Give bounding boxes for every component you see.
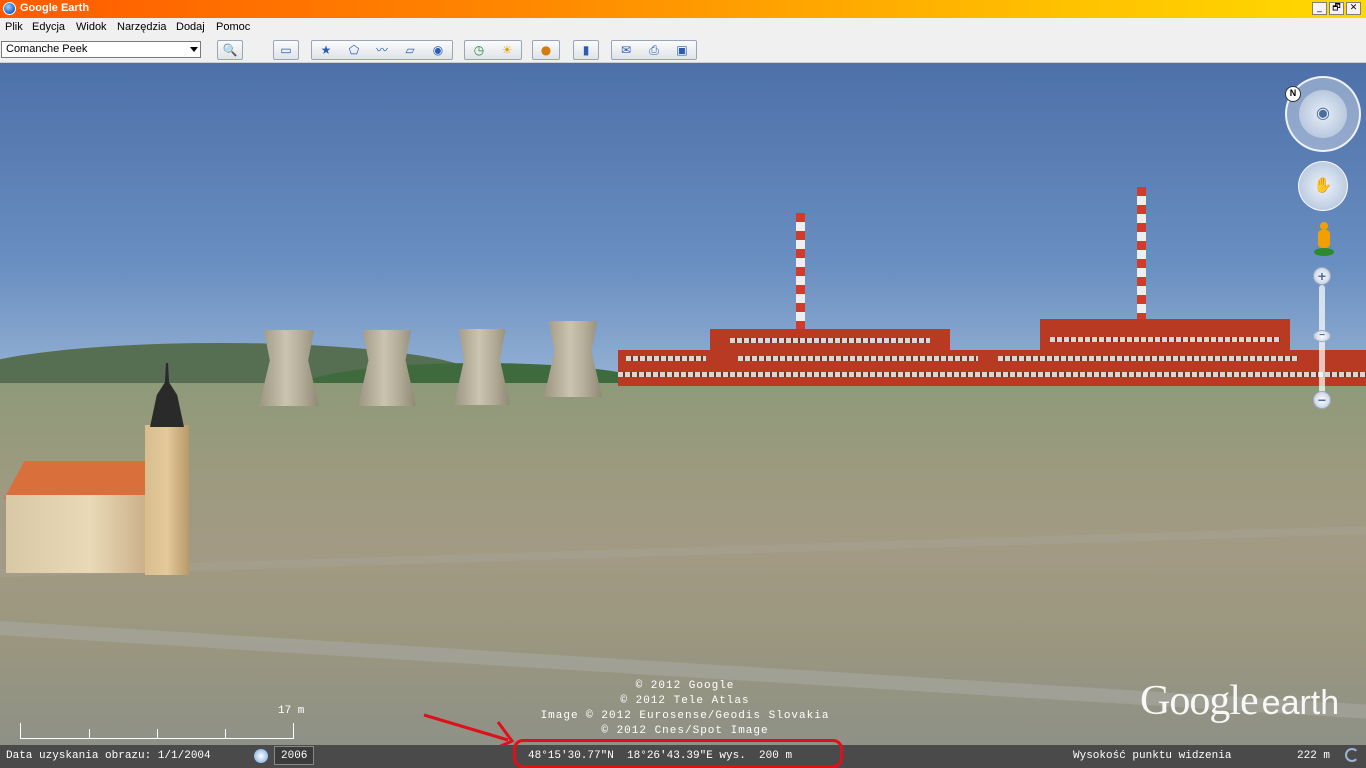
overlay-icon[interactable]: ▱ — [396, 41, 424, 59]
cooling-tower — [544, 321, 602, 397]
save-image-icon[interactable]: ▣ — [668, 41, 696, 59]
historical-imagery-clock-icon[interactable] — [254, 749, 268, 763]
ruler-button[interactable]: ▮ — [573, 40, 599, 60]
chimney — [796, 213, 805, 333]
search-value: Comanche Peek — [6, 43, 88, 55]
imagery-year-text: 2006 — [281, 750, 308, 762]
cooling-tower — [358, 330, 416, 406]
copyright-line: © 2012 Tele Atlas — [620, 695, 750, 707]
north-button[interactable]: N — [1285, 86, 1301, 102]
logo-google-text: Google — [1140, 678, 1259, 724]
email-icon[interactable]: ✉ — [612, 41, 640, 59]
google-earth-logo: Google earth — [1140, 677, 1339, 725]
logo-earth-text: earth — [1261, 684, 1340, 722]
hand-icon: ✋ — [1313, 177, 1333, 194]
street-view-pegman-icon[interactable] — [1314, 222, 1334, 258]
earth-3d-view[interactable]: © 2012 Google © 2012 Tele Atlas Image © … — [0, 63, 1366, 745]
historical-imagery-icon[interactable]: ◷ — [465, 41, 493, 59]
menu-tools[interactable]: Narzędzia — [117, 21, 167, 33]
chimney — [1137, 187, 1146, 323]
menu-view[interactable]: Widok — [76, 21, 107, 33]
share-tools-group: ✉ ⎙ ▣ — [611, 40, 697, 60]
eye-icon[interactable]: ◉ — [1299, 90, 1347, 138]
planets-icon: ● — [540, 43, 552, 57]
zoom-out-button[interactable]: − — [1313, 391, 1331, 409]
menu-bar: Plik Edycja Widok Narzędzia Dodaj Pomoc — [0, 18, 1366, 37]
toolbar: Comanche Peek 🔍 ▭ ★ ⬠ 〰 ▱ ◉ ◷ ☀ ● ▮ ✉ ⎙ ▣ — [0, 37, 1366, 63]
sidebar-toggle-button[interactable]: ▭ — [273, 40, 299, 60]
streaming-progress-icon — [1345, 748, 1359, 762]
scale-bar — [20, 723, 294, 739]
window-title: Google Earth — [20, 2, 90, 14]
copyright-notice: © 2012 Google © 2012 Tele Atlas Image © … — [520, 679, 850, 739]
print-icon[interactable]: ⎙ — [640, 41, 668, 59]
imagery-date: Data uzyskania obrazu: 1/1/2004 — [6, 750, 211, 762]
close-button[interactable]: ✕ — [1346, 2, 1361, 15]
title-bar: Google Earth _ 🗗 ✕ — [0, 0, 1366, 18]
time-tools-group: ◷ ☀ — [464, 40, 522, 60]
sunlight-icon[interactable]: ☀ — [493, 41, 521, 59]
search-input[interactable]: Comanche Peek — [1, 41, 201, 58]
power-plant-building — [1040, 319, 1290, 353]
church-tower — [145, 425, 189, 575]
ruler-icon: ▮ — [582, 43, 590, 57]
minimize-button[interactable]: _ — [1312, 2, 1327, 15]
tour-icon[interactable]: ◉ — [424, 41, 452, 59]
copyright-line: © 2012 Cnes/Spot Image — [601, 725, 769, 737]
menu-help[interactable]: Pomoc — [216, 21, 250, 33]
zoom-in-button[interactable]: + — [1313, 267, 1331, 285]
menu-edit[interactable]: Edycja — [32, 21, 65, 33]
church-roof — [4, 461, 150, 499]
cooling-tower — [259, 330, 319, 406]
zoom-slider-thumb[interactable]: − — [1313, 330, 1331, 342]
search-button[interactable]: 🔍 — [217, 40, 243, 60]
power-plant-building — [710, 329, 950, 353]
restore-button[interactable]: 🗗 — [1329, 2, 1344, 15]
sidebar-icon: ▭ — [280, 43, 292, 57]
menu-add[interactable]: Dodaj — [176, 21, 205, 33]
annotation-highlight-ring — [513, 739, 843, 768]
polygon-icon[interactable]: ⬠ — [340, 41, 368, 59]
church — [6, 495, 146, 573]
copyright-line: Image © 2012 Eurosense/Geodis Slovakia — [540, 710, 830, 722]
placemark-icon[interactable]: ★ — [312, 41, 340, 59]
path-icon[interactable]: 〰 — [368, 41, 396, 59]
planets-button[interactable]: ● — [532, 40, 560, 60]
imagery-year[interactable]: 2006 — [274, 746, 314, 765]
eye-altitude-value: 222 m — [1297, 750, 1331, 762]
move-joystick[interactable]: ✋ — [1298, 161, 1348, 211]
scale-label: 17 m — [278, 705, 305, 717]
menu-file[interactable]: Plik — [5, 21, 23, 33]
google-earth-icon — [3, 2, 16, 15]
eye-altitude-label: Wysokość punktu widzenia — [1073, 750, 1232, 762]
power-plant-building — [618, 350, 1366, 386]
copyright-line: © 2012 Google — [635, 680, 735, 692]
create-tools-group: ★ ⬠ 〰 ▱ ◉ — [311, 40, 453, 60]
chevron-down-icon[interactable] — [190, 47, 198, 52]
search-icon: 🔍 — [222, 43, 238, 57]
